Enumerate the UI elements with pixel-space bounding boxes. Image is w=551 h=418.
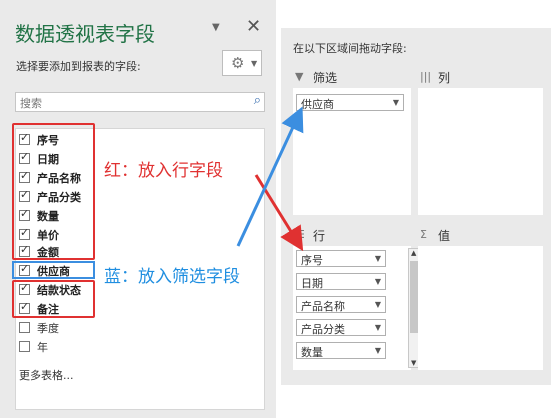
annotation-arrows [236,106,304,252]
blue-arrow [236,106,304,247]
red-arrow [254,174,304,252]
